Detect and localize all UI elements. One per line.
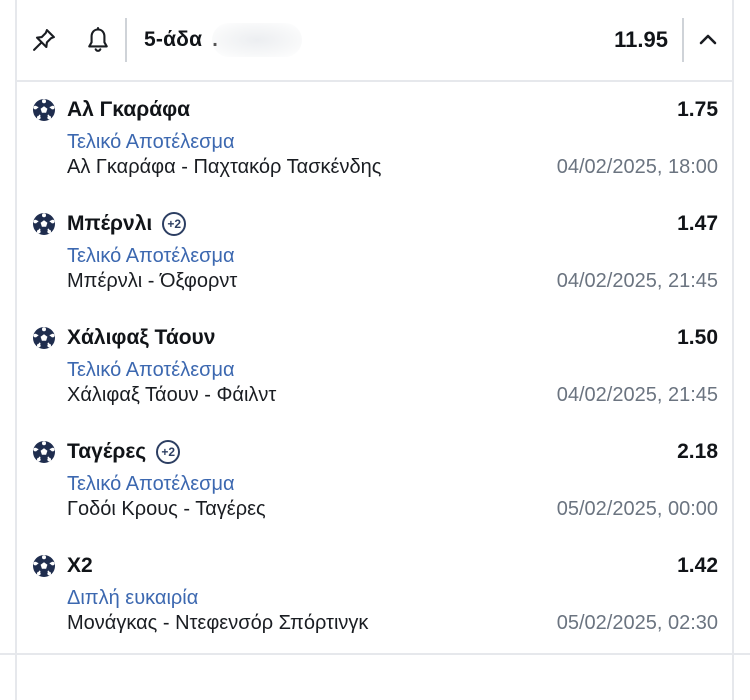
selection-odds: 1.47 bbox=[677, 212, 718, 235]
notifications-button[interactable] bbox=[71, 0, 125, 80]
related-bets-badge[interactable]: +2 bbox=[162, 212, 187, 236]
total-odds: 11.95 bbox=[614, 27, 668, 52]
match-datetime: 04/02/2025, 21:45 bbox=[556, 270, 718, 292]
match-datetime: 04/02/2025, 21:45 bbox=[556, 384, 718, 406]
chevron-up-icon bbox=[699, 34, 717, 45]
selection-odds: 1.42 bbox=[677, 554, 718, 577]
selection-row[interactable]: Ταγέρες +2 2.18 Τελικό Αποτέλεσμα Γοδόι Κρου… bbox=[17, 428, 732, 542]
bell-icon bbox=[88, 27, 108, 52]
slip-type-label: 5-άδα bbox=[144, 28, 203, 51]
soccer-ball-icon bbox=[32, 326, 56, 350]
selection-row[interactable]: Μπέρνλι +2 1.47 Τελικό Αποτέλεσμα Μπέρνλι - … bbox=[17, 200, 732, 314]
selection-odds: 1.75 bbox=[677, 98, 718, 121]
pin-icon bbox=[33, 29, 55, 51]
bottom-divider bbox=[0, 653, 750, 655]
selection-row[interactable]: Χάλιφαξ Τάουν 1.50 Τελικό Αποτέλεσμα Χάλιφα… bbox=[17, 314, 732, 428]
selection-row[interactable]: Χ2 1.42 Διπλή ευκαιρία Μονάγκας - Ντεφενσόρ… bbox=[17, 542, 732, 656]
market-name: Διπλή ευκαιρία bbox=[67, 587, 199, 609]
collapse-button[interactable] bbox=[684, 0, 732, 80]
selection-pick: Μπέρνλι +2 bbox=[67, 212, 187, 236]
match-datetime: 05/02/2025, 02:30 bbox=[556, 612, 718, 634]
selection-pick: Χάλιφαξ Τάουν bbox=[67, 326, 215, 350]
soccer-ball-icon bbox=[32, 554, 56, 578]
pick-label: Αλ Γκαράφα bbox=[67, 98, 191, 121]
match-name: Μονάγκας - Ντεφενσόρ Σπόρτινγκ bbox=[67, 612, 369, 634]
pick-label: Ταγέρες bbox=[67, 440, 147, 463]
selection-pick: Χ2 bbox=[67, 554, 93, 578]
market-name: Τελικό Αποτέλεσμα bbox=[67, 359, 235, 381]
selection-row[interactable]: Αλ Γκαράφα 1.75 Τελικό Αποτέλεσμα Αλ Γκαράφ… bbox=[17, 86, 732, 200]
related-bets-badge[interactable]: +2 bbox=[156, 440, 181, 464]
betslip-header: 5-άδα . 11.95 bbox=[17, 0, 732, 82]
market-name: Τελικό Αποτέλεσμα bbox=[67, 473, 235, 495]
pick-label: Χάλιφαξ Τάουν bbox=[67, 326, 216, 349]
selection-odds: 1.50 bbox=[677, 326, 718, 349]
soccer-ball-icon bbox=[32, 98, 56, 122]
betslip-card: 5-άδα . 11.95 Αλ Γκαράφα 1.75 Τελικό Αποτέ… bbox=[15, 0, 734, 700]
match-datetime: 05/02/2025, 00:00 bbox=[556, 498, 718, 520]
selection-pick: Ταγέρες +2 bbox=[67, 440, 181, 464]
market-name: Τελικό Αποτέλεσμα bbox=[67, 131, 235, 153]
pick-label: Χ2 bbox=[67, 554, 93, 577]
header-divider bbox=[125, 18, 127, 62]
match-name: Αλ Γκαράφα - Παχτακόρ Τασκένδης bbox=[67, 156, 382, 178]
match-name: Γοδόι Κρους - Ταγέρες bbox=[67, 498, 266, 520]
soccer-ball-icon bbox=[32, 440, 56, 464]
soccer-ball-icon bbox=[32, 212, 56, 236]
match-name: Χάλιφαξ Τάουν - Φάιλντ bbox=[67, 384, 277, 406]
pick-label: Μπέρνλι bbox=[67, 212, 153, 235]
match-name: Μπέρνλι - Όξφορντ bbox=[67, 270, 238, 292]
selection-pick: Αλ Γκαράφα bbox=[67, 98, 190, 122]
pin-button[interactable] bbox=[17, 0, 71, 80]
match-datetime: 04/02/2025, 18:00 bbox=[556, 156, 718, 178]
market-name: Τελικό Αποτέλεσμα bbox=[67, 245, 235, 267]
blurred-slip-name: . bbox=[212, 23, 303, 57]
selection-odds: 2.18 bbox=[677, 440, 718, 463]
